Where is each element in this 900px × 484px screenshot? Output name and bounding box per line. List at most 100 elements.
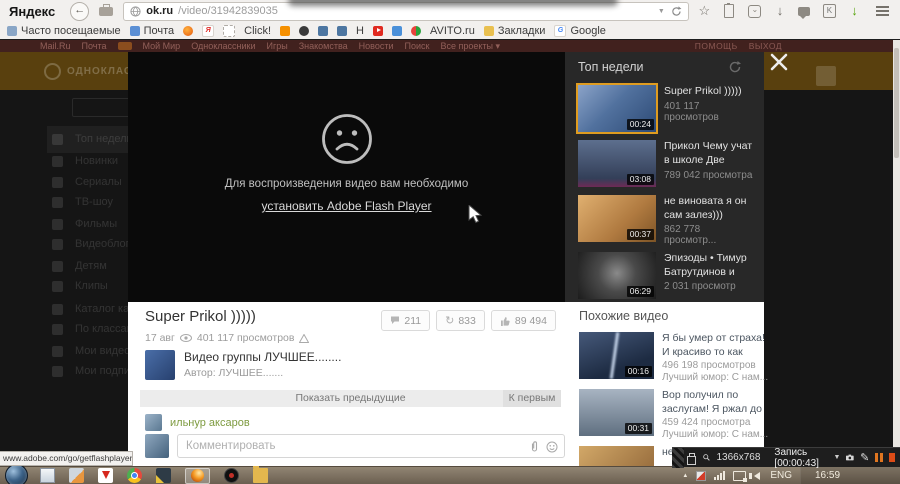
video-thumbnail[interactable]: 00:31 (579, 389, 654, 436)
history-icon[interactable] (99, 7, 113, 16)
annotate-pencil-icon[interactable]: ✎ (860, 451, 869, 464)
bookmark-frequent[interactable]: Часто посещаемые (7, 25, 121, 37)
video-title[interactable]: Эпизоды • Тимур Батрутдинов и (664, 252, 754, 279)
refresh-icon[interactable] (728, 60, 742, 74)
similar-video-2[interactable]: 00:31 Вор получил по заслугам! Я ржал до… (579, 389, 759, 440)
magnifier-icon[interactable] (703, 452, 710, 463)
sidebar-item-clips[interactable]: Клипы (52, 280, 108, 292)
sidebar-item-my-videos[interactable]: Мои видео (52, 345, 130, 357)
sidebar-item-series[interactable]: Сериалы (52, 176, 122, 188)
mailru-projects-link[interactable]: Все проекты ▾ (440, 41, 500, 52)
user-avatar[interactable] (816, 66, 836, 86)
stop-recording-button[interactable] (889, 453, 895, 462)
extension-k-icon[interactable]: K (823, 4, 836, 18)
recorder-dropdown-icon[interactable]: ▼ (833, 454, 840, 461)
smiley-icon[interactable] (546, 441, 558, 453)
install-flash-link[interactable]: установить Adobe Flash Player (261, 199, 431, 213)
firefox-bookmark-icon[interactable] (183, 26, 193, 36)
chat-icon[interactable] (798, 7, 809, 16)
video-thumbnail[interactable]: 00:37 (579, 446, 654, 466)
url-dropdown-icon[interactable]: ▼ (658, 8, 665, 15)
bookmark-star-icon[interactable]: ☆ (696, 2, 713, 20)
sidebar-item-tv[interactable]: ТВ-шоу (52, 196, 113, 208)
taskbar-notepad-icon[interactable] (40, 468, 55, 483)
close-icon[interactable] (770, 53, 788, 71)
sidebar-item-classes[interactable]: По классам (52, 323, 134, 335)
taskbar-media-icon[interactable] (69, 468, 84, 483)
video-title[interactable]: Super Prikol ))))) (664, 85, 754, 99)
mailru-games-link[interactable]: Игры (266, 41, 287, 51)
clipboard-icon[interactable] (724, 4, 734, 18)
sidebar-item-top-week[interactable]: Топ недели (52, 133, 133, 145)
youtube-bookmark-icon[interactable] (373, 26, 383, 36)
screenshot-camera-icon[interactable] (846, 453, 854, 462)
sidebar-item-blogs[interactable]: Видеоблоги (52, 238, 136, 250)
restore-window-icon[interactable] (689, 453, 695, 462)
attach-icon[interactable] (529, 440, 540, 453)
commenter-avatar[interactable] (145, 414, 162, 431)
comment-input[interactable] (178, 435, 564, 457)
video-thumbnail[interactable]: 00:37 (578, 195, 656, 242)
dark-bookmark-icon[interactable] (299, 26, 309, 36)
dashed-bookmark-icon[interactable] (223, 25, 235, 37)
help-link[interactable]: ПОМОЩЬ (695, 41, 738, 51)
clock[interactable]: 16:59 (800, 467, 900, 484)
bookmark-click[interactable]: Click! (244, 25, 271, 37)
exit-link[interactable]: ВЫХОД (749, 41, 782, 51)
video-thumbnail[interactable]: 06:29 (578, 252, 656, 299)
mailru-mail-link[interactable]: Почта (82, 41, 107, 51)
comments-button[interactable]: 211 (381, 310, 430, 331)
vk2-bookmark-icon[interactable] (337, 26, 347, 36)
antivirus-tray-icon[interactable] (696, 471, 706, 481)
sidebar-item-kids[interactable]: Детям (52, 260, 107, 272)
yandex-logo[interactable]: Яндекс (5, 4, 63, 19)
signal-tray-icon[interactable] (714, 471, 725, 480)
ok-bookmark-icon[interactable] (280, 26, 290, 36)
bookmark-folder[interactable]: Закладки (484, 25, 546, 37)
group-avatar[interactable] (145, 350, 175, 380)
pocket-icon[interactable]: ⌄ (748, 5, 761, 18)
yandex-bookmark-icon[interactable]: Я (202, 25, 214, 37)
reload-icon[interactable] (671, 6, 682, 17)
video-title[interactable]: Я бы умер от страха! И красиво то как (662, 332, 768, 359)
taskbar-explorer-icon[interactable] (253, 468, 268, 483)
mailru-link[interactable]: Mail.Ru (40, 41, 71, 51)
taskbar-chrome-icon[interactable] (127, 468, 142, 483)
dots-bookmark-icon[interactable] (411, 26, 421, 36)
scrollbar-thumb[interactable] (894, 48, 899, 158)
video-title[interactable]: Вор получил по заслугам! Я ржал до (662, 389, 768, 416)
mailru-world-link[interactable]: Мой Мир (143, 41, 181, 51)
commenter-name[interactable]: ильнур аксаров (170, 417, 250, 429)
vk-bookmark-icon[interactable] (318, 26, 328, 36)
description-text[interactable]: Видео группы ЛУЧШЕЕ........ (184, 350, 341, 364)
video-thumbnail[interactable]: 03:08 (578, 140, 656, 187)
top-week-video-3[interactable]: 00:37 не виновата я он сам залез))) 862 … (578, 195, 754, 245)
similar-video-1[interactable]: 00:16 Я бы умер от страха! И красиво то … (579, 332, 759, 383)
video-thumbnail[interactable]: 00:16 (579, 332, 654, 379)
back-button[interactable]: ← (70, 2, 89, 21)
menu-icon[interactable] (876, 6, 889, 16)
volume-tray-icon[interactable] (754, 472, 760, 480)
share-button[interactable]: ↻ 833 (436, 310, 485, 331)
mailru-ok-link[interactable]: Одноклассники (191, 41, 255, 51)
tray-expand-icon[interactable]: ▲ (682, 473, 688, 479)
video-title[interactable]: не виновата я он сам залез))) (664, 195, 754, 222)
language-indicator[interactable]: ENG (770, 470, 792, 481)
taskbar-recorder-icon[interactable] (224, 468, 239, 483)
bookmark-mail[interactable]: Почта (130, 25, 175, 37)
taskbar-firefox-active[interactable] (185, 468, 210, 484)
browser-scrollbar[interactable] (893, 40, 900, 466)
like-button[interactable]: 89 494 (491, 310, 556, 331)
taskbar-yandex-icon[interactable] (98, 468, 113, 483)
bookmark-h[interactable]: H (356, 25, 364, 37)
video-title[interactable]: Прикол Чему учат в школе Две тупые (664, 140, 754, 168)
top-week-video-2[interactable]: 03:08 Прикол Чему учат в школе Две тупые… (578, 140, 754, 190)
video-thumbnail[interactable]: 00:24 (578, 85, 656, 132)
mailru-search-link[interactable]: Поиск (405, 41, 430, 51)
start-button[interactable] (5, 464, 28, 484)
sidebar-item-new[interactable]: Новинки (52, 155, 118, 167)
to-first-button[interactable]: К первым (503, 390, 561, 407)
sidebar-item-films[interactable]: Фильмы (52, 218, 117, 230)
bookmark-google[interactable]: GGoogle (554, 25, 605, 37)
top-week-video-1[interactable]: 00:24 Super Prikol ))))) 401 117 просмот… (578, 85, 754, 135)
